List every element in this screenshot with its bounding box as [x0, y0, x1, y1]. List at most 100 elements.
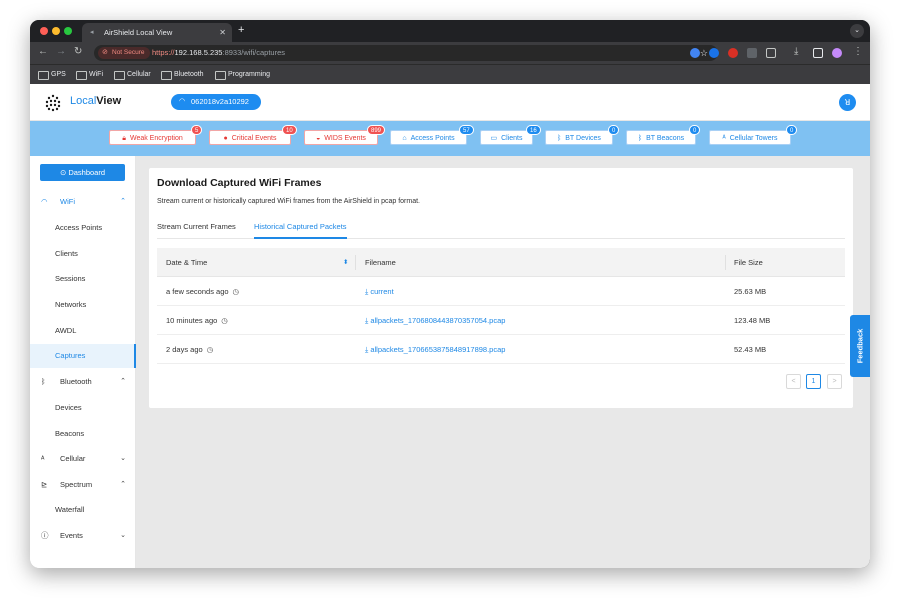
bookmark-folder-programming[interactable]: Programming [215, 69, 270, 80]
forward-icon[interactable]: → [56, 46, 66, 57]
page-subtitle: Stream current or historically captured … [157, 198, 420, 205]
sidebar-group-bluetooth[interactable]: ᛒ Bluetooth ⌃ [30, 370, 136, 394]
dashboard-button[interactable]: ⊙ Dashboard [40, 164, 125, 181]
bookmark-star-icon[interactable]: ☆ [700, 45, 708, 61]
table-header: Date & Time ⬍ Filename File Size [157, 248, 845, 277]
sidepanel-icon[interactable] [813, 48, 823, 58]
extension-icon[interactable] [709, 48, 719, 58]
close-tab-icon[interactable]: ✕ [219, 23, 226, 42]
download-icon[interactable]: ⤓ [794, 46, 798, 57]
captures-table: Date & Time ⬍ Filename File Size a few s… [157, 248, 845, 364]
wifi-alert-icon: ◒ [316, 135, 321, 142]
bluetooth-icon: ᛒ [41, 377, 46, 386]
pagination-prev-button[interactable]: < [786, 374, 801, 389]
alert-wids-events[interactable]: ◒ WIDS Events 899 [304, 125, 386, 145]
url-protocol: https:// [152, 48, 175, 57]
sidebar-group-events[interactable]: ⓘ Events ⌄ [30, 524, 136, 548]
sidebar-item-devices[interactable]: Devices [30, 396, 136, 420]
download-link[interactable]: ⤓ allpackets_1706653875848917898.pcap [365, 335, 505, 364]
url-text[interactable]: https://192.168.5.235:8933/wifi/captures [152, 45, 285, 61]
logo-local: Local [70, 95, 97, 107]
row-filename: allpackets_1706808443870357054.pcap [370, 316, 506, 325]
address-bar[interactable]: ⊘ Not Secure https://192.168.5.235:8933/… [94, 45, 718, 61]
reload-icon[interactable]: ↻ [74, 46, 82, 57]
row-file-size: 25.63 MB [734, 287, 767, 296]
alert-access-points[interactable]: ⌂ Access Points 57 [390, 125, 474, 145]
row-file-size: 52.43 MB [734, 345, 767, 354]
sidebar-item-networks[interactable]: Networks [30, 293, 136, 317]
chevron-up-icon: ⌃ [120, 481, 126, 488]
alert-icon: ● [223, 135, 228, 142]
sidebar-item-access-points[interactable]: Access Points [30, 216, 136, 240]
url-path: :8933/wifi/captures [222, 48, 286, 57]
extensions-puzzle-icon[interactable] [766, 48, 776, 58]
alert-count-badge: 10 [282, 125, 297, 135]
sidebar-group-label: Spectrum [60, 480, 93, 489]
sidebar-item-waterfall[interactable]: Waterfall [30, 498, 136, 522]
sidebar-item-sessions[interactable]: Sessions [30, 267, 136, 291]
bookmark-folder-bluetooth[interactable]: Bluetooth [161, 69, 204, 80]
download-link[interactable]: ⤓ current [365, 277, 394, 306]
sidebar-group-cellular[interactable]: ᴬ Cellular ⌄ [30, 447, 136, 471]
download-icon: ⤓ [365, 287, 369, 296]
user-icon[interactable]: ꓤ [839, 94, 856, 111]
browser-menu-icon[interactable]: ⋮ [853, 46, 863, 57]
row-filename: current [370, 287, 394, 296]
sidebar-item-clients[interactable]: Clients [30, 242, 136, 266]
sidebar-item-beacons[interactable]: Beacons [30, 422, 136, 446]
browser-tab[interactable]: ◂ AirShield Local View ✕ [82, 23, 232, 42]
title-bar: ◂ AirShield Local View ✕ + ⌄ [30, 20, 870, 42]
bookmark-folder-gps[interactable]: GPS [38, 69, 66, 80]
alert-cellular-towers[interactable]: ᴬ Cellular Towers 0 [709, 125, 798, 145]
row-time: 2 days ago [166, 345, 203, 354]
alert-label: Critical Events [231, 135, 277, 142]
row-time: a few seconds ago [166, 287, 229, 296]
sidebar-group-spectrum[interactable]: ⊵ Spectrum ⌃ [30, 473, 136, 497]
download-icon: ⤓ [365, 345, 369, 354]
sidebar-group-label: Bluetooth [60, 377, 92, 386]
new-tab-button[interactable]: + [238, 24, 244, 36]
device-selector[interactable]: ◠ 062018v2a10292 [171, 94, 261, 110]
alert-bt-beacons[interactable]: ᛒ BT Beacons 0 [626, 125, 701, 145]
alert-count-badge: 899 [367, 125, 386, 135]
minimize-window-button[interactable] [52, 27, 60, 35]
alert-clients[interactable]: ▭ Clients 16 [480, 125, 541, 145]
alert-bt-devices[interactable]: ᛒ BT Devices 0 [545, 125, 620, 145]
sidebar-group-label: WiFi [60, 197, 75, 206]
pagination-next-button[interactable]: > [827, 374, 842, 389]
back-icon[interactable]: ← [38, 46, 48, 57]
feedback-button[interactable]: Feedback [850, 315, 870, 377]
clock-icon: ◷ [206, 345, 214, 354]
tab-search-icon[interactable]: ⌄ [850, 24, 864, 38]
profile-avatar[interactable] [832, 48, 842, 58]
extension-1password-icon[interactable] [690, 48, 700, 58]
extension-record-icon[interactable] [728, 48, 738, 58]
browser-window: ◂ AirShield Local View ✕ + ⌄ ← → ↻ ⊘ Not… [30, 20, 870, 568]
sort-icon[interactable]: ⬍ [343, 248, 348, 277]
not-secure-badge[interactable]: ⊘ Not Secure [98, 47, 150, 59]
chevron-up-icon: ⌃ [120, 198, 126, 205]
tower-icon: ᴬ [722, 135, 726, 142]
sidebar-item-awdl[interactable]: AWDL [30, 319, 136, 343]
tab-stream-current[interactable]: Stream Current Frames [157, 216, 236, 239]
page-title: Download Captured WiFi Frames [157, 177, 322, 189]
table-row: a few seconds ago ◷ ⤓ current 25.63 MB [157, 277, 845, 306]
alert-count-badge: 0 [608, 125, 620, 135]
warning-icon: ⊘ [102, 49, 108, 56]
alert-critical-events[interactable]: ● Critical Events 10 [209, 125, 297, 145]
app-logo-text[interactable]: LocalView [70, 95, 121, 107]
pagination-page-button[interactable]: 1 [806, 374, 821, 389]
column-header-date[interactable]: Date & Time [166, 248, 207, 277]
download-link[interactable]: ⤓ allpackets_1706808443870357054.pcap [365, 306, 505, 335]
alert-weak-encryption[interactable]: 🔒︎ Weak Encryption 5 [109, 125, 203, 145]
extension-grid-icon[interactable] [747, 48, 757, 58]
bookmark-folder-wifi[interactable]: WiFi [76, 69, 103, 80]
sidebar-group-wifi[interactable]: ◠ WiFi ⌃ [30, 190, 136, 214]
logo-icon [45, 94, 61, 112]
maximize-window-button[interactable] [64, 27, 72, 35]
tab-title: AirShield Local View [104, 28, 173, 37]
bookmark-folder-cellular[interactable]: Cellular [114, 69, 151, 80]
tab-historical-captured[interactable]: Historical Captured Packets [254, 216, 347, 239]
close-window-button[interactable] [40, 27, 48, 35]
sidebar-item-captures[interactable]: Captures [30, 344, 136, 368]
